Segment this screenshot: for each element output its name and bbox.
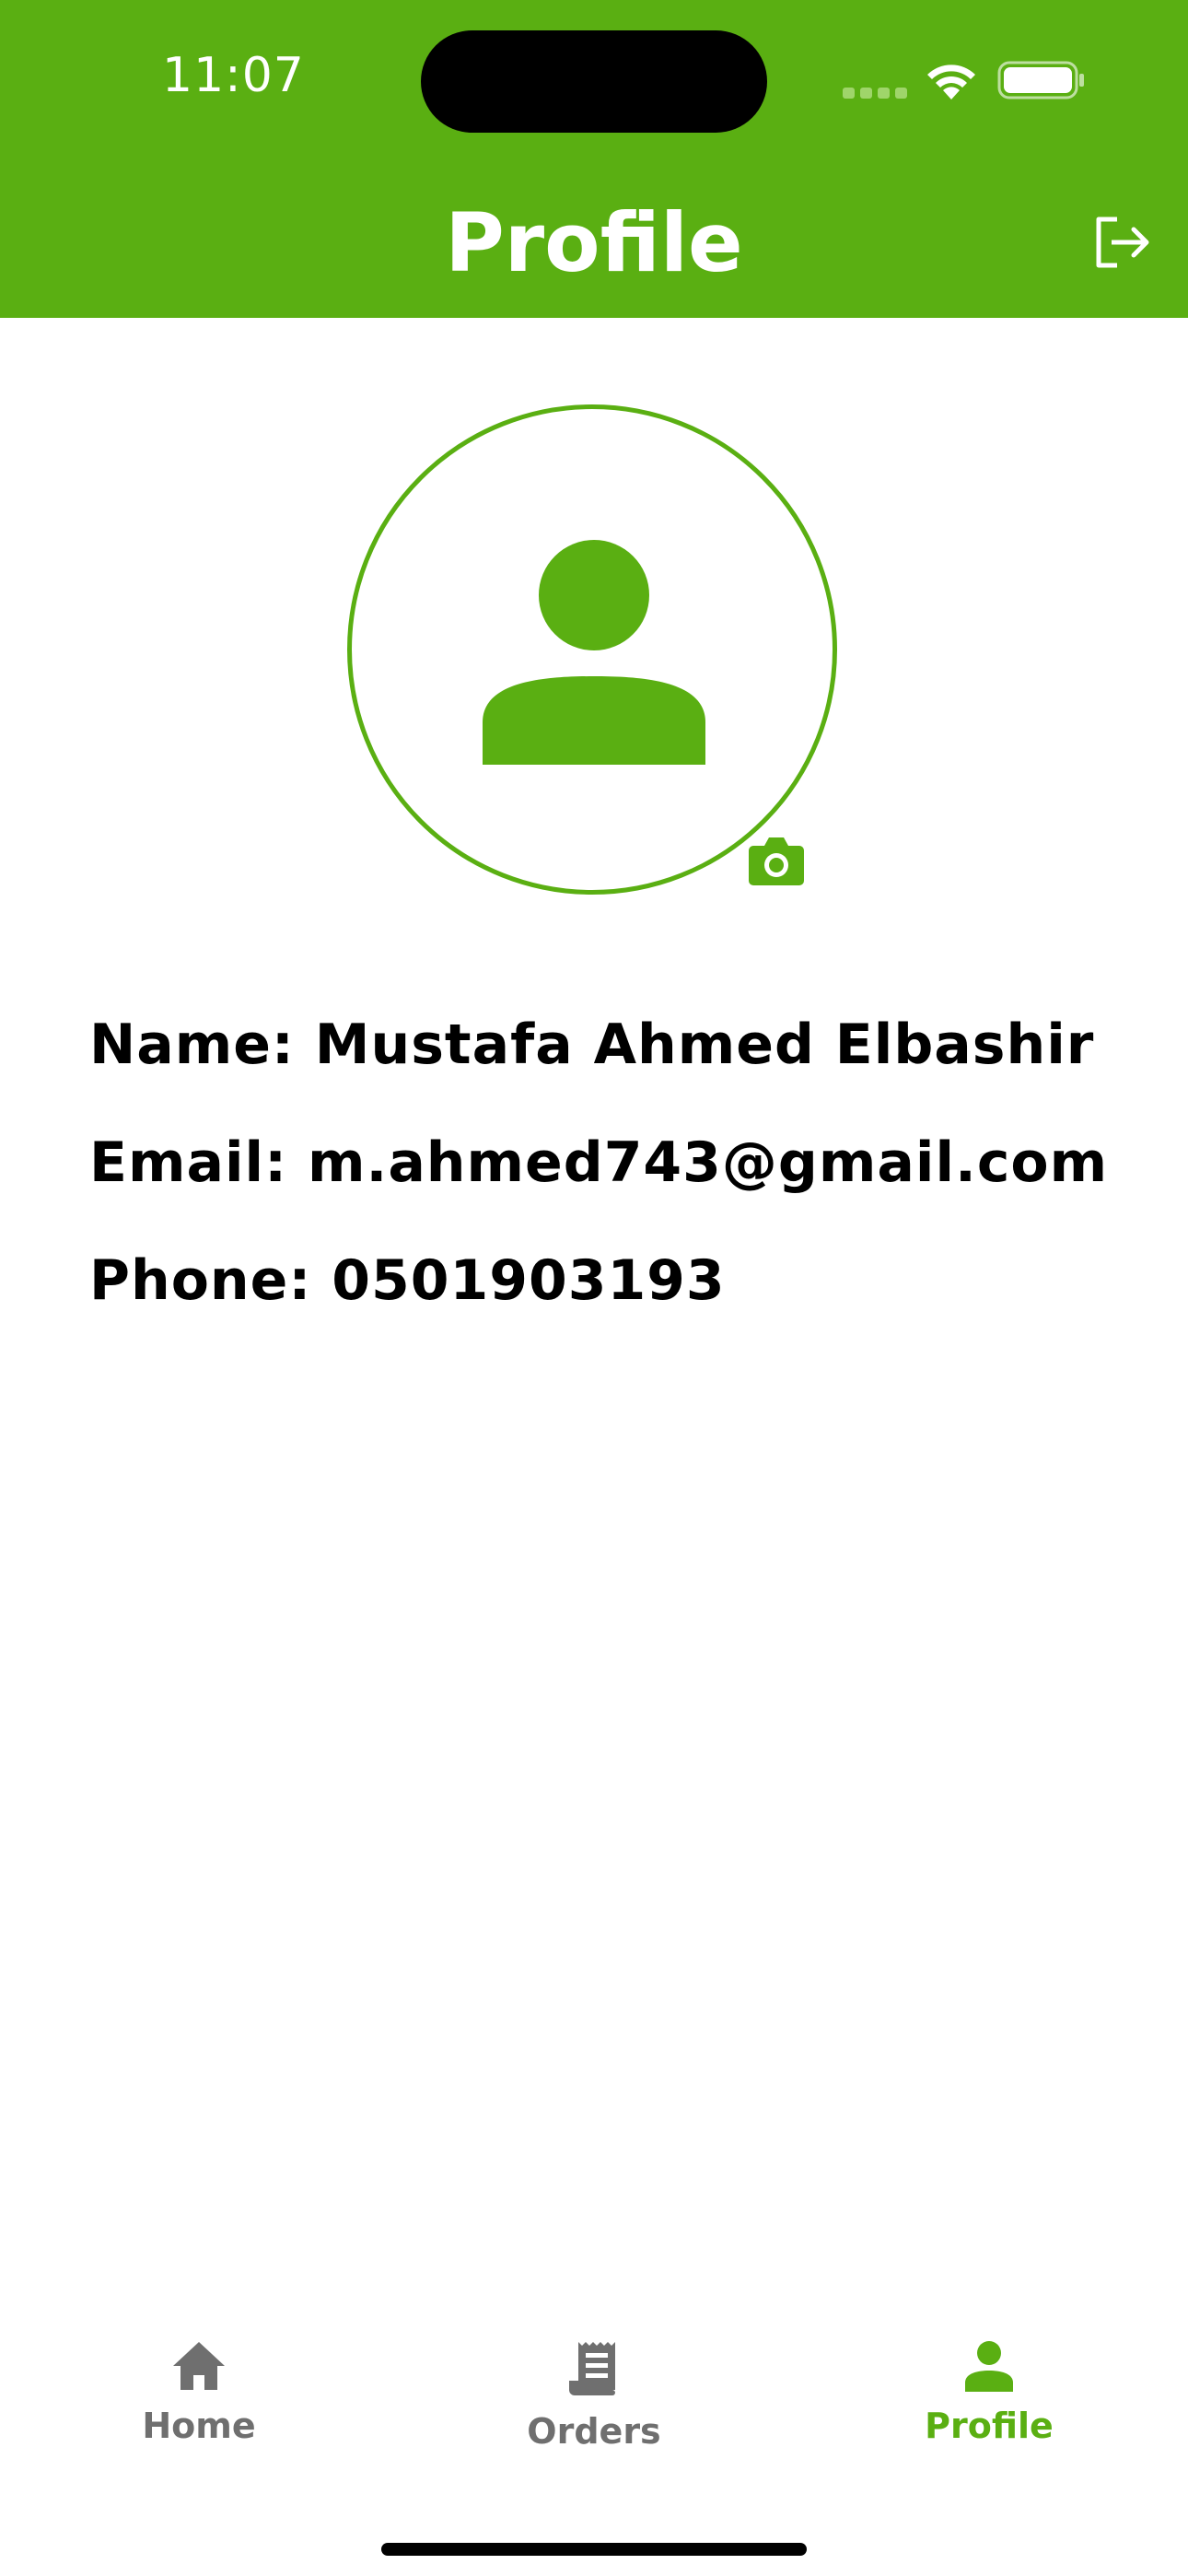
cellular-signal-icon	[843, 88, 907, 99]
profile-email: Email: m.ahmed743@gmail.com	[89, 1130, 1109, 1195]
status-time: 11:07	[162, 48, 305, 103]
tab-profile-label: Profile	[925, 2406, 1054, 2446]
person-icon	[483, 540, 705, 765]
tab-profile[interactable]: Profile	[860, 2340, 1118, 2478]
receipt-icon	[569, 2342, 615, 2395]
tab-orders[interactable]: Orders	[465, 2340, 723, 2478]
tab-home[interactable]: Home	[70, 2340, 328, 2478]
home-indicator	[381, 2543, 807, 2556]
logout-icon[interactable]	[1089, 210, 1154, 275]
camera-icon[interactable]	[748, 835, 805, 886]
profile-phone: Phone: 0501903193	[89, 1248, 726, 1313]
profile-name: Name: Mustafa Ahmed Elbashir	[89, 1013, 1095, 1077]
person-icon	[965, 2341, 1013, 2392]
wifi-icon	[927, 64, 975, 100]
home-icon	[173, 2342, 225, 2390]
tab-home-label: Home	[142, 2406, 256, 2446]
dynamic-island	[421, 30, 767, 133]
tab-orders-label: Orders	[527, 2411, 661, 2452]
battery-icon	[997, 61, 1084, 100]
page-title: Profile	[445, 195, 743, 290]
